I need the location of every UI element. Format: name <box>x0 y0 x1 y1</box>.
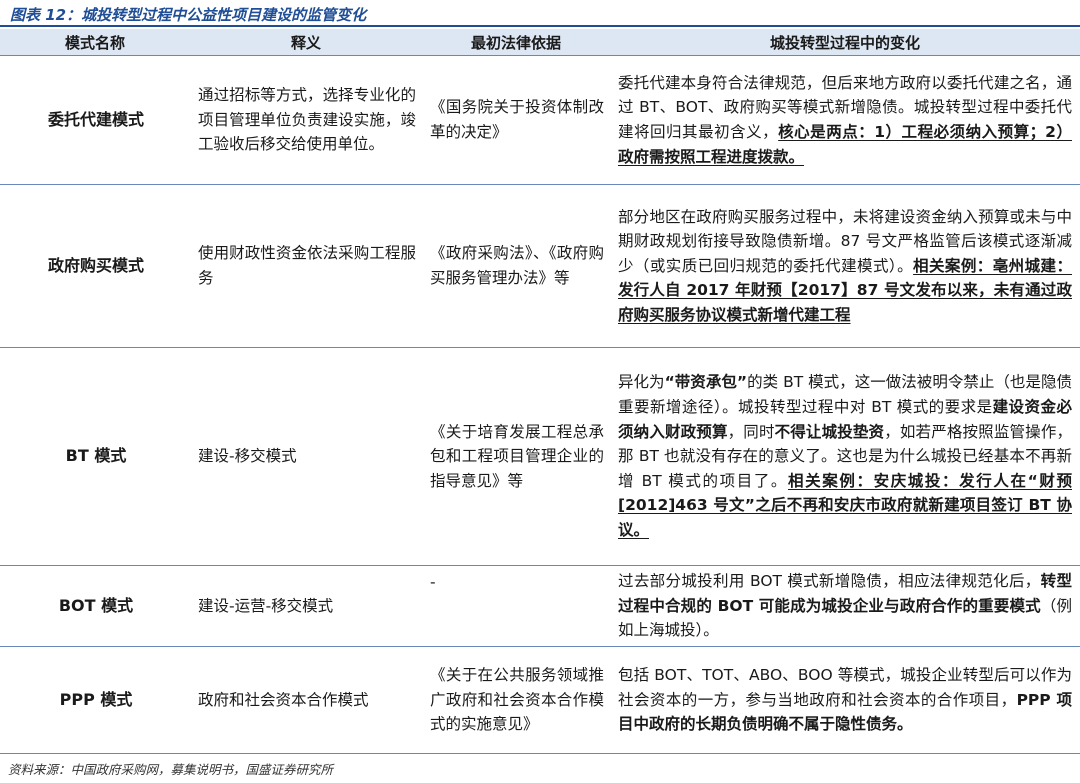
header-mode-name: 模式名称 <box>0 29 190 56</box>
mode-definition: 通过招标等方式，选择专业化的项目管理单位负责建设实施，竣工验收后移交给使用单位。 <box>190 55 422 185</box>
table-row: 政府购买模式 使用财政性资金依法采购工程服务 《政府采购法》、《政府购买服务管理… <box>0 184 1080 348</box>
mode-change: 部分地区在政府购买服务过程中，未将建设资金纳入预算或未与中期财政规划衔接导致隐债… <box>610 184 1080 348</box>
header-changes: 城投转型过程中的变化 <box>610 29 1080 56</box>
table-row: BOT 模式 建设-运营-移交模式 - 过去部分城投利用 BOT 模式新增隐债，… <box>0 565 1080 647</box>
change-text: ，同时 <box>727 422 775 441</box>
mode-legal-basis: 《关于培育发展工程总承包和工程项目管理企业的指导意见》等 <box>422 347 610 566</box>
mode-legal-basis: - <box>422 565 610 647</box>
table-row: BT 模式 建设-移交模式 《关于培育发展工程总承包和工程项目管理企业的指导意见… <box>0 347 1080 566</box>
header-definition: 释义 <box>190 29 422 56</box>
mode-change: 包括 BOT、TOT、ABO、BOO 等模式，城投企业转型后可以作为社会资本的一… <box>610 646 1080 754</box>
source-note: 资料来源：中国政府采购网，募集说明书，国盛证券研究所 <box>8 762 334 777</box>
mode-name: 委托代建模式 <box>0 55 190 185</box>
change-text: 包括 BOT、TOT、ABO、BOO 等模式，城投企业转型后可以作为社会资本的一… <box>618 666 1072 709</box>
mode-name: BOT 模式 <box>0 565 190 647</box>
change-emphasis: 不得让城投垫资 <box>774 422 885 441</box>
mode-change: 委托代建本身符合法律规范，但后来地方政府以委托代建之名，通过 BT、BOT、政府… <box>610 55 1080 185</box>
mode-definition: 建设-运营-移交模式 <box>190 565 422 647</box>
mode-definition: 政府和社会资本合作模式 <box>190 646 422 754</box>
header-legal-basis: 最初法律依据 <box>422 29 610 56</box>
change-emphasis: “带资承包” <box>664 373 748 392</box>
table-row: PPP 模式 政府和社会资本合作模式 《关于在公共服务领域推广政府和社会资本合作… <box>0 646 1080 754</box>
mode-legal-basis: 《国务院关于投资体制改革的决定》 <box>422 55 610 185</box>
title-rule <box>0 25 1080 27</box>
figure-title: 图表 12：城投转型过程中公益性项目建设的监管变化 <box>10 6 367 24</box>
mode-legal-basis: 《政府采购法》、《政府购买服务管理办法》等 <box>422 184 610 348</box>
mode-name: 政府购买模式 <box>0 184 190 348</box>
table-row: 委托代建模式 通过招标等方式，选择专业化的项目管理单位负责建设实施，竣工验收后移… <box>0 55 1080 185</box>
mode-name: BT 模式 <box>0 347 190 566</box>
regulation-table: 模式名称 释义 最初法律依据 城投转型过程中的变化 委托代建模式 通过招标等方式… <box>0 29 1080 754</box>
mode-change: 异化为“带资承包”的类 BT 模式，这一做法被明令禁止（也是隐债重要新增途径）。… <box>610 347 1080 566</box>
change-text: 过去部分城投利用 BOT 模式新增隐债，相应法律规范化后， <box>618 572 1041 591</box>
table-header-row: 模式名称 释义 最初法律依据 城投转型过程中的变化 <box>0 29 1080 56</box>
mode-definition: 建设-移交模式 <box>190 347 422 566</box>
mode-legal-basis: 《关于在公共服务领域推广政府和社会资本合作模式的实施意见》 <box>422 646 610 754</box>
mode-definition: 使用财政性资金依法采购工程服务 <box>190 184 422 348</box>
mode-name: PPP 模式 <box>0 646 190 754</box>
change-text: 异化为 <box>618 373 665 392</box>
mode-change: 过去部分城投利用 BOT 模式新增隐债，相应法律规范化后，转型过程中合规的 BO… <box>610 565 1080 647</box>
